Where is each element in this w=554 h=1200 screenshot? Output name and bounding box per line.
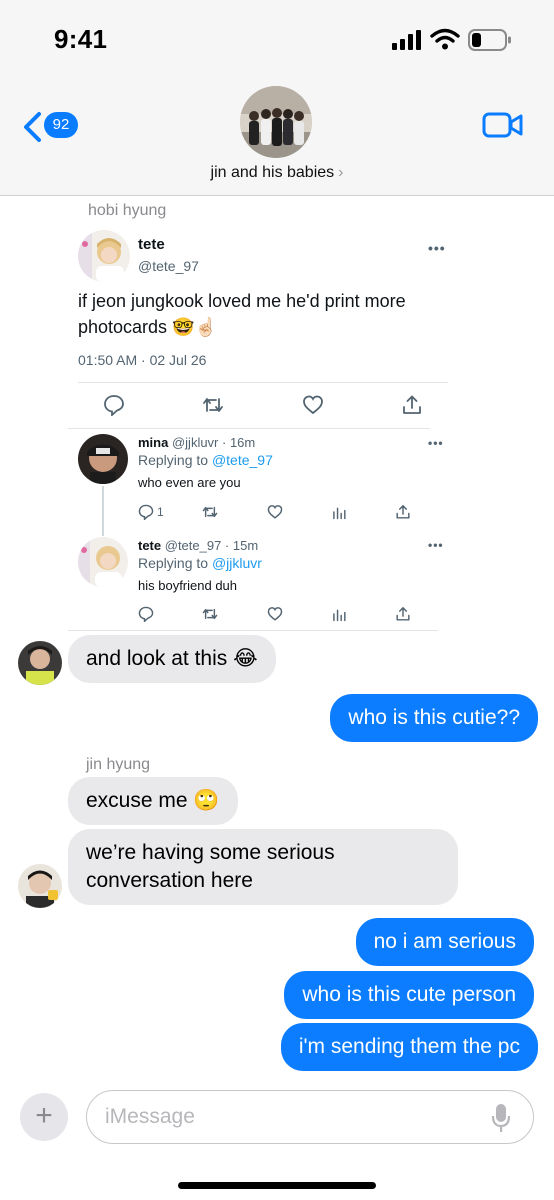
outgoing-message[interactable]: who is this cute person bbox=[284, 971, 534, 1019]
sender-name: hobi hyung bbox=[88, 202, 167, 219]
plus-icon: + bbox=[35, 1099, 53, 1132]
reply-text: who even are you bbox=[138, 475, 241, 490]
battery-icon bbox=[468, 29, 511, 51]
tweet-timestamp: 01:50 AM · 02 Jul 26 bbox=[78, 352, 207, 368]
more-options-icon: ••• bbox=[428, 538, 444, 552]
message-line: we’re having some serious bbox=[86, 841, 335, 864]
message-input[interactable]: iMessage bbox=[86, 1090, 534, 1144]
more-options-icon: ••• bbox=[428, 436, 444, 450]
tweet-text-line: if jeon jungkook loved me he'd print mor… bbox=[78, 291, 406, 311]
replying-to: Replying to @jjkluvr bbox=[138, 555, 262, 571]
status-time: 9:41 bbox=[54, 24, 108, 54]
like-icon bbox=[303, 395, 323, 415]
unread-count-badge[interactable]: 92 bbox=[44, 112, 78, 138]
status-bar: 9:41 bbox=[0, 0, 554, 78]
wifi-icon bbox=[430, 28, 460, 50]
reply-author-meta: @jjkluvr · 16m bbox=[171, 435, 256, 450]
outgoing-message[interactable]: who is this cutie?? bbox=[330, 694, 538, 742]
tweet-author-handle: @tete_97 bbox=[138, 258, 199, 274]
reply-icon bbox=[138, 504, 154, 520]
reply-header: mina @jjkluvr · 16m bbox=[138, 435, 255, 450]
thread-line bbox=[102, 486, 104, 536]
reply-icon bbox=[138, 606, 154, 622]
chevron-right-icon: › bbox=[338, 164, 344, 181]
replying-to: Replying to @tete_97 bbox=[138, 452, 273, 468]
sender-name: jin hyung bbox=[86, 756, 151, 773]
like-icon bbox=[267, 505, 283, 519]
plus-button[interactable]: + bbox=[20, 1093, 68, 1141]
home-indicator bbox=[178, 1182, 376, 1189]
microphone-icon[interactable] bbox=[491, 1103, 511, 1133]
reply-text: his boyfriend duh bbox=[138, 578, 238, 593]
divider bbox=[68, 428, 430, 429]
share-icon bbox=[396, 607, 410, 621]
signal-icon bbox=[392, 30, 421, 50]
outgoing-message[interactable]: i'm sending them the pc bbox=[280, 1023, 538, 1071]
reply-author-avatar bbox=[78, 537, 128, 587]
reply-icon bbox=[104, 395, 124, 416]
share-icon bbox=[403, 395, 421, 414]
incoming-message[interactable]: excuse me 🙄 bbox=[68, 777, 238, 825]
retweet-icon bbox=[202, 506, 218, 518]
group-avatar[interactable] bbox=[240, 86, 312, 158]
message-input-placeholder: iMessage bbox=[105, 1105, 195, 1128]
divider bbox=[78, 382, 448, 383]
contact-avatar-hobi[interactable] bbox=[18, 641, 62, 685]
divider bbox=[68, 630, 438, 631]
share-icon bbox=[396, 505, 410, 519]
incoming-message[interactable]: and look at this 😂 bbox=[68, 635, 276, 683]
tweet-author-name: tete bbox=[138, 236, 165, 253]
reply-author-avatar bbox=[78, 434, 128, 484]
analytics-icon bbox=[333, 609, 346, 622]
like-icon bbox=[267, 607, 283, 621]
reply-author-name: mina bbox=[138, 435, 169, 450]
outgoing-message[interactable]: no i am serious bbox=[355, 918, 534, 966]
message-line: conversation here bbox=[86, 869, 253, 892]
retweet-icon bbox=[202, 608, 218, 620]
tweet-text-line: photocards 🤓☝🏻 bbox=[78, 317, 217, 337]
incoming-message[interactable]: we’re having some serious conversation h… bbox=[68, 829, 458, 905]
analytics-icon bbox=[333, 507, 346, 520]
reply-author-name: tete bbox=[138, 538, 162, 553]
retweet-icon bbox=[203, 398, 223, 412]
reply-count: 1 bbox=[157, 505, 164, 519]
conversation-header: 92 jin and his babies › bbox=[0, 78, 554, 196]
contact-avatar-jin[interactable] bbox=[18, 864, 62, 908]
reply-author-meta: @tete_97 · 15m bbox=[164, 538, 259, 553]
tweet-author-avatar bbox=[78, 230, 130, 282]
video-camera-icon[interactable] bbox=[482, 110, 524, 140]
more-options-icon: ••• bbox=[428, 240, 446, 256]
reply-header: tete @tete_97 · 15m bbox=[138, 538, 258, 553]
group-name[interactable]: jin and his babies › bbox=[0, 164, 554, 182]
